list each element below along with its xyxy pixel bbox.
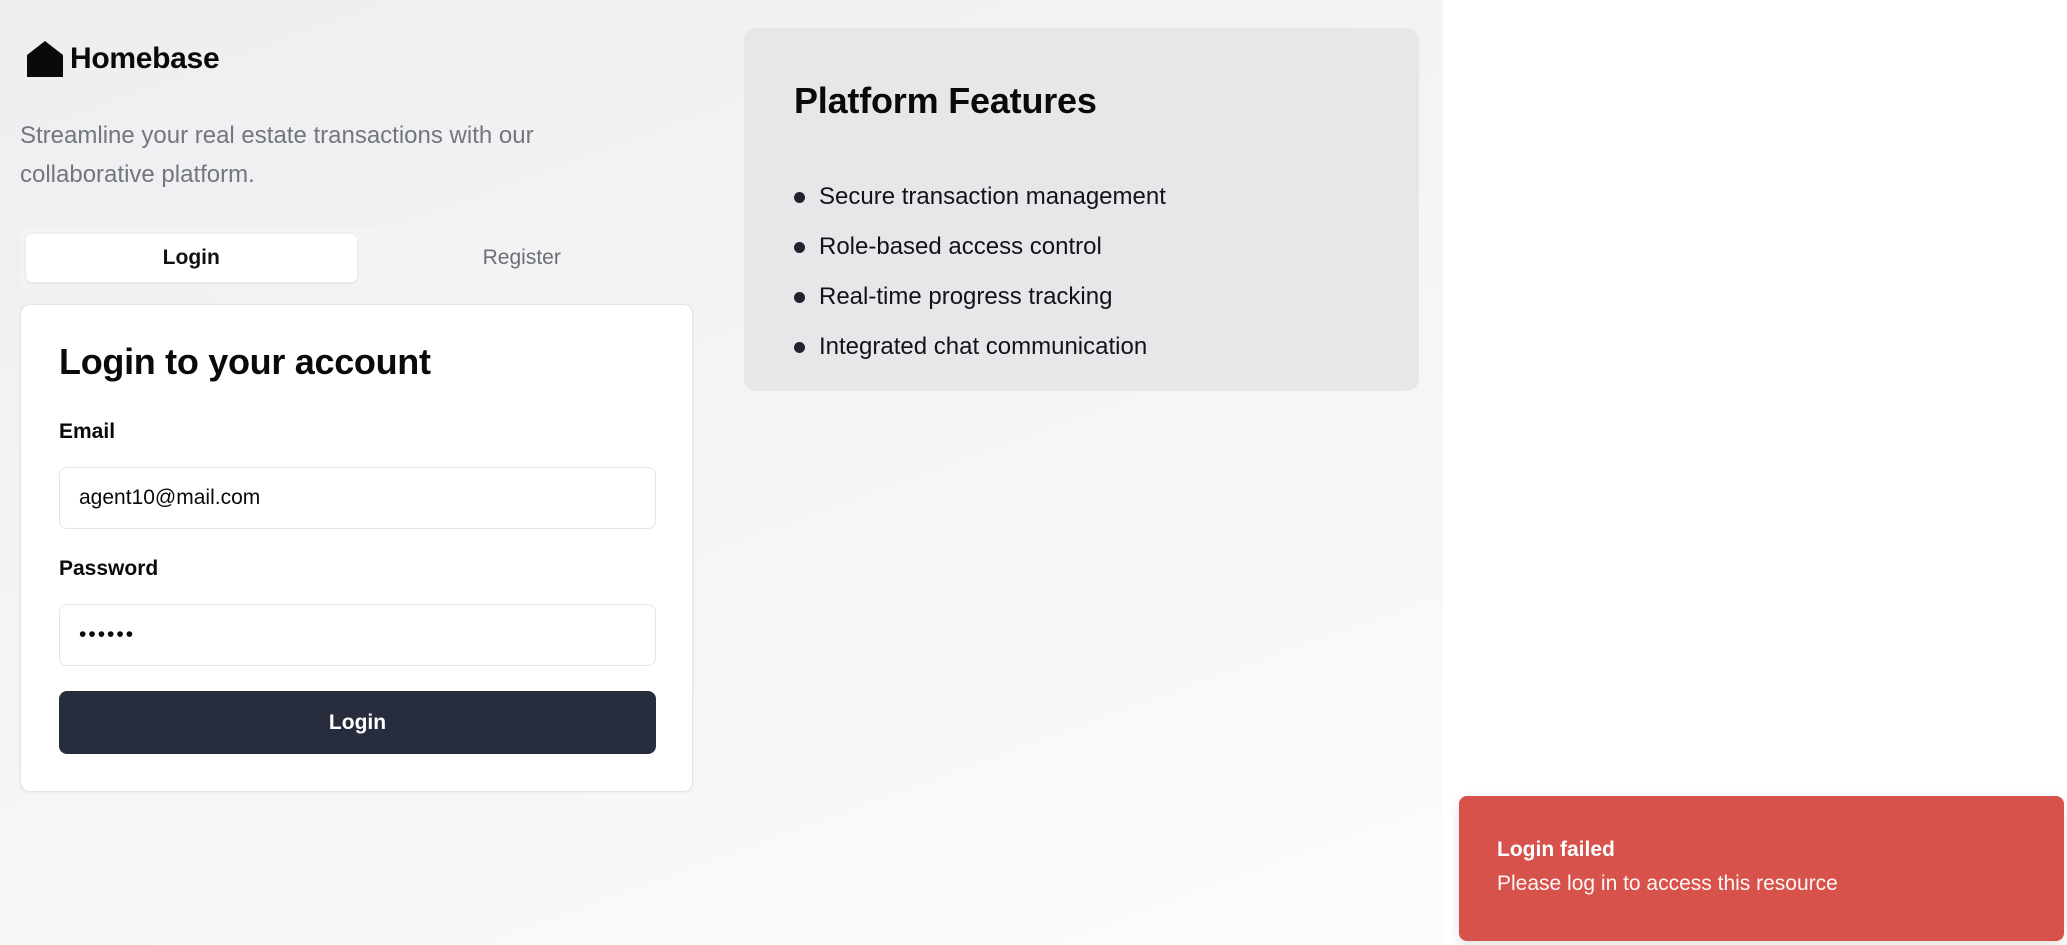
brand-logo[interactable]: Homebase: [26, 40, 220, 78]
auth-tabs: Login Register: [20, 228, 693, 288]
feature-text: Role-based access control: [819, 233, 1102, 260]
features-title: Platform Features: [794, 80, 1097, 121]
tagline: Streamline your real estate transactions…: [20, 122, 534, 188]
error-toast[interactable]: Login failed Please log in to access thi…: [1459, 796, 2064, 941]
feature-text: Integrated chat communication: [819, 333, 1148, 360]
bullet-icon: [794, 291, 805, 303]
brand-name: Homebase: [70, 42, 220, 75]
feature-item: Secure transaction management: [794, 172, 1166, 222]
email-field[interactable]: [59, 467, 656, 529]
feature-item: Role-based access control: [794, 222, 1166, 272]
feature-text: Real-time progress tracking: [819, 283, 1113, 310]
feature-text: Secure transaction management: [819, 183, 1166, 210]
features-list: Secure transaction management Role-based…: [794, 172, 1166, 372]
house-icon: [26, 40, 64, 78]
email-label: Email: [59, 420, 116, 443]
feature-item: Integrated chat communication: [794, 322, 1166, 372]
login-card-title: Login to your account: [59, 341, 431, 382]
login-button[interactable]: Login: [59, 691, 656, 754]
features-panel: Platform Features Secure transaction man…: [744, 28, 1419, 391]
tab-login[interactable]: Login: [26, 234, 357, 282]
password-label: Password: [59, 557, 159, 580]
bullet-icon: [794, 191, 805, 203]
login-card: Login to your account Email Password Log…: [20, 304, 693, 792]
background-area: Homebase Streamline your real estate tra…: [0, 0, 1443, 945]
bullet-icon: [794, 241, 805, 253]
tab-register[interactable]: Register: [357, 234, 688, 282]
password-field[interactable]: [59, 604, 656, 666]
toast-message: Please log in to access this resource: [1497, 872, 1838, 895]
toast-title: Login failed: [1497, 838, 1615, 861]
bullet-icon: [794, 341, 805, 353]
feature-item: Real-time progress tracking: [794, 272, 1166, 322]
